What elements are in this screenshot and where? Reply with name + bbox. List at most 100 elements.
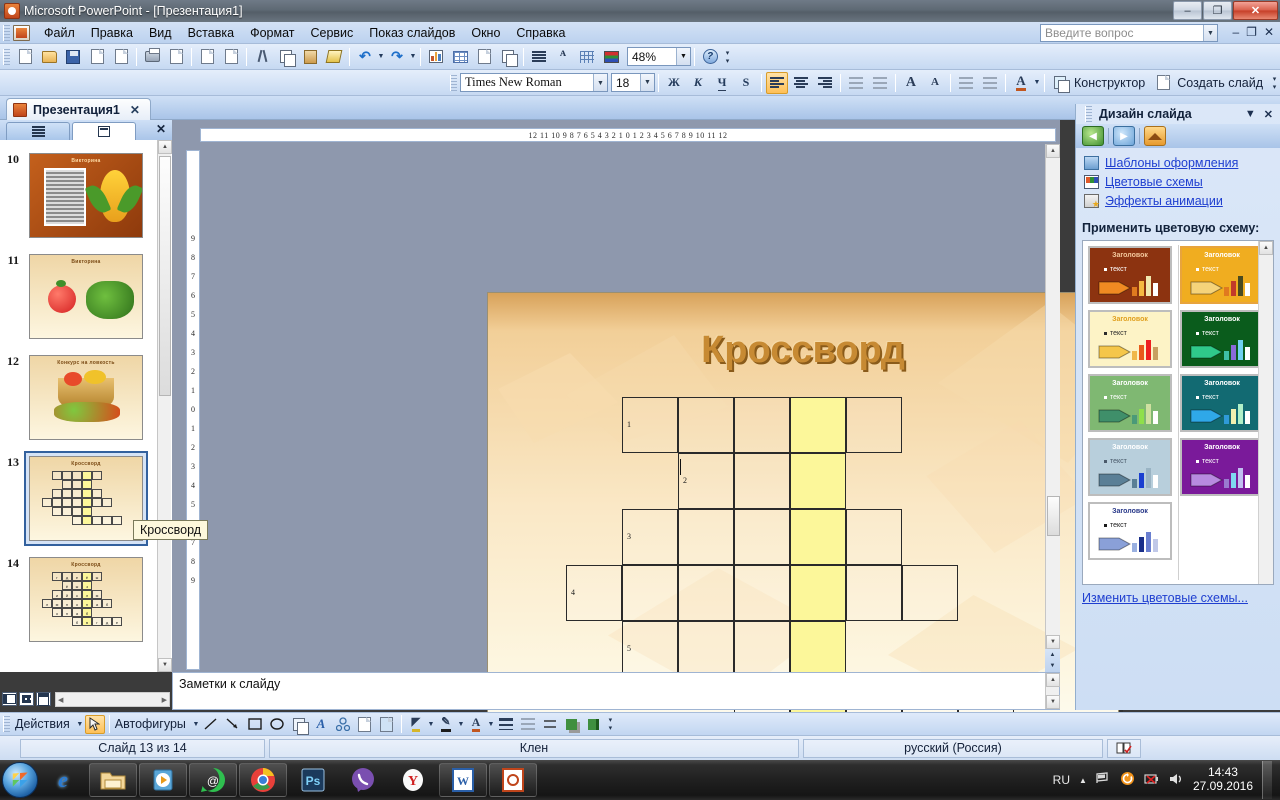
wordart-icon[interactable]: A [311, 715, 331, 734]
oval-icon[interactable] [267, 715, 287, 734]
doc-restore-button[interactable]: ❐ [1246, 25, 1257, 39]
link-animation-effects[interactable]: Эффекты анимации [1105, 194, 1223, 208]
italic-button[interactable]: К [687, 72, 709, 94]
scroll-down-icon[interactable]: ▼ [158, 658, 172, 672]
crossword-cell[interactable] [846, 509, 902, 565]
slides-thumbnail-list[interactable]: 10 Викторина 11 Викторина 12 Конкурс на … [0, 140, 172, 672]
redo-dropdown-icon[interactable]: ▼ [409, 47, 417, 67]
tray-language[interactable]: RU [1053, 773, 1070, 787]
close-icon[interactable]: ✕ [1264, 108, 1273, 121]
outline-tab[interactable] [6, 122, 70, 140]
toolbar-overflow-icon[interactable]: ▾ ▾ [722, 46, 733, 68]
insert-diagram-button[interactable] [473, 46, 495, 68]
chevron-down-icon[interactable]: ▼ [487, 714, 495, 734]
scroll-thumb[interactable] [1047, 496, 1060, 536]
notes-scrollbar[interactable]: ▲ ▼ [1045, 673, 1060, 709]
crossword-cell[interactable] [734, 453, 790, 509]
back-icon[interactable]: ◀ [1082, 126, 1104, 146]
align-center-button[interactable] [790, 72, 812, 94]
save-button[interactable] [62, 46, 84, 68]
scroll-up-icon[interactable]: ▲ [1046, 673, 1060, 687]
left-pane-hscrollbar[interactable]: ◀ ▶ [55, 692, 170, 707]
show-hidden-icons[interactable]: ▲ [1079, 776, 1087, 785]
align-left-button[interactable] [765, 71, 788, 94]
maximize-button[interactable]: ❐ [1203, 1, 1232, 20]
crossword-cell[interactable] [678, 565, 734, 621]
new-slide-button[interactable]: Создать слайд [1175, 76, 1269, 90]
formatting-overflow-icon[interactable]: ▾ ▾ [1269, 72, 1280, 94]
thumbnail-wrap-selected[interactable]: Кроссворд [24, 451, 148, 546]
permission-button[interactable] [86, 46, 108, 68]
clipart-icon[interactable] [355, 715, 375, 734]
menu-item-format[interactable]: Формат [242, 24, 302, 42]
show-formatting-button[interactable]: ᴬ [552, 46, 574, 68]
shadow-button[interactable]: S [735, 72, 757, 94]
line-style-icon[interactable] [496, 715, 516, 734]
slide-canvas[interactable]: Кроссворд 123456 ▲ ▼ ▲ ▼ [172, 120, 1119, 770]
vertical-ruler[interactable]: 9 8 7 6 5 4 3 2 1 0 1 2 3 4 5 6 7 8 9 [186, 150, 200, 670]
list-item[interactable]: 11 Викторина [2, 249, 148, 344]
new-slide-icon[interactable] [1152, 72, 1174, 94]
color-scheme-list[interactable]: Заголовок текст Заголовок текст Заголовок тек… [1082, 240, 1274, 585]
insert-chart-button[interactable] [425, 46, 447, 68]
list-item[interactable]: 14 Кроссворд гдеёжёжзийклмлмнопабопаббвг… [2, 552, 148, 647]
scroll-down-icon[interactable]: ▼ [1046, 695, 1060, 709]
bulleted-list-button[interactable] [869, 72, 891, 94]
thumbnail-wrap[interactable]: Конкурс на ловкость [24, 350, 148, 445]
slideshow-view-button[interactable] [36, 692, 51, 706]
canvas-vertical-scrollbar[interactable]: ▲ ▼ [1045, 144, 1060, 649]
previous-slide-icon[interactable]: ▲ [1050, 652, 1056, 658]
slide-title[interactable]: Кроссворд [488, 329, 1118, 372]
chevron-down-icon[interactable]: ▼ [76, 714, 84, 734]
crossword-cell[interactable] [678, 621, 734, 677]
spelling-button[interactable] [196, 46, 218, 68]
color-scheme-option[interactable]: Заголовок текст [1180, 374, 1264, 432]
menu-item-file[interactable]: Файл [36, 24, 83, 42]
slide-thumbnail[interactable]: Викторина [29, 153, 143, 238]
scroll-thumb[interactable] [159, 156, 171, 396]
line-icon[interactable] [201, 715, 221, 734]
paste-button[interactable] [299, 46, 321, 68]
color-scheme-scrollbar[interactable]: ▲ [1258, 241, 1273, 584]
taskbar-clock[interactable]: 14:43 27.09.2016 [1193, 765, 1253, 794]
crossword-cell[interactable] [678, 397, 734, 453]
font-color-icon[interactable]: A [466, 715, 486, 734]
formatting-toolbar-grip[interactable] [449, 74, 457, 91]
close-slides-pane-icon[interactable]: ✕ [156, 122, 166, 136]
crossword-cell[interactable] [734, 621, 790, 677]
link-design-templates[interactable]: Шаблоны оформления [1105, 156, 1238, 170]
chevron-down-icon[interactable]: ▼ [192, 714, 200, 734]
dash-style-icon[interactable] [518, 715, 538, 734]
list-item[interactable]: 13 Кроссворд [2, 451, 148, 546]
scroll-down-icon[interactable]: ▼ [1046, 635, 1060, 649]
minimize-button[interactable]: – [1173, 1, 1202, 20]
thumbnail-wrap[interactable]: Викторина [24, 249, 148, 344]
crossword-cell[interactable] [734, 565, 790, 621]
link-row-templates[interactable]: Шаблоны оформления [1084, 156, 1280, 170]
print-preview-button[interactable] [165, 46, 187, 68]
presentation-tab[interactable]: Презентация1 ✕ [6, 98, 151, 120]
show-desktop-button[interactable] [1262, 761, 1272, 799]
color-scheme-option[interactable]: Заголовок текст [1088, 310, 1172, 368]
zoom-combobox[interactable]: 48% ▼ [627, 47, 691, 66]
chevron-down-icon[interactable]: ▼ [1245, 108, 1256, 121]
slide-thumbnail[interactable]: Кроссворд гдеёжёжзийклмлмнопабопаббвгде [29, 557, 143, 642]
scroll-up-icon[interactable]: ▲ [1259, 241, 1273, 255]
chevron-down-icon[interactable]: ▼ [457, 714, 465, 734]
drawing-overflow-icon[interactable]: ▾ ▾ [605, 713, 616, 735]
home-icon[interactable] [1144, 126, 1166, 146]
color-scheme-option[interactable]: Заголовок текст [1180, 438, 1264, 496]
actions-menu-button[interactable]: Действия [13, 717, 76, 731]
3d-style-icon[interactable] [584, 715, 604, 734]
hyperlink-button[interactable] [497, 46, 519, 68]
bold-button[interactable]: Ж [663, 72, 685, 94]
arrow-style-icon[interactable] [540, 715, 560, 734]
decrease-indent-button[interactable] [955, 72, 977, 94]
email-button[interactable] [110, 46, 132, 68]
diagram-icon[interactable] [333, 715, 353, 734]
arrow-icon[interactable] [223, 715, 243, 734]
scroll-up-icon[interactable]: ▲ [1046, 144, 1060, 158]
color-scheme-option[interactable]: Заголовок текст [1180, 310, 1264, 368]
crossword-cell[interactable] [790, 565, 846, 621]
chevron-down-icon[interactable]: ▼ [1203, 25, 1217, 41]
